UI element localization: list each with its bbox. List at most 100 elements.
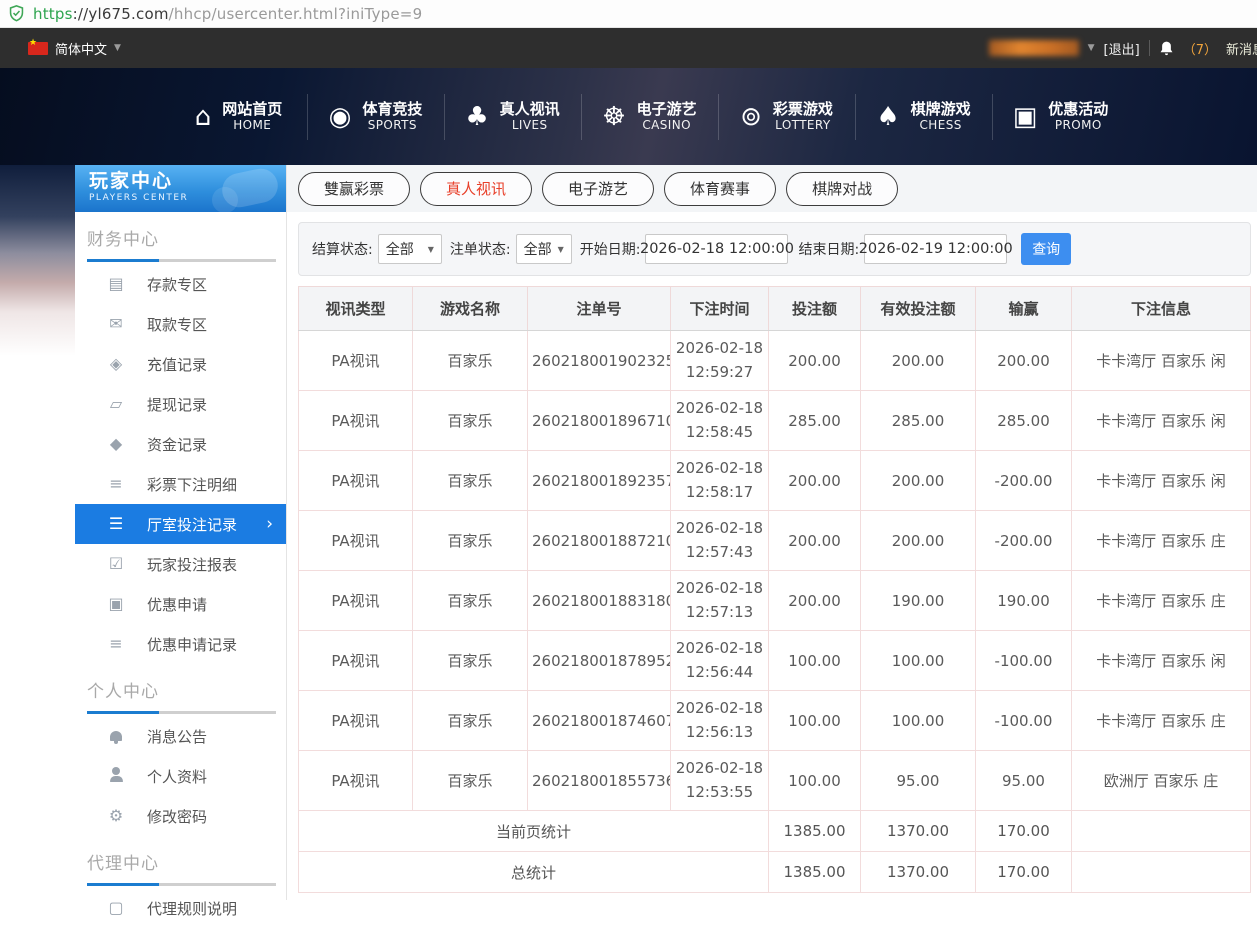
summary-value: 1370.00 xyxy=(861,811,976,852)
column-header: 输赢 xyxy=(976,287,1072,331)
page-url: https://yl675.com/hhcp/usercenter.html?i… xyxy=(33,5,422,23)
notification-bell-icon[interactable] xyxy=(1159,40,1174,57)
table-cell: 200.00 xyxy=(861,451,976,511)
table-cell: 200.00 xyxy=(769,451,861,511)
sidebar-menu-item[interactable]: ≡ 优惠申请记录 xyxy=(75,624,286,664)
table-cell: 卡卡湾厅 百家乐 庄 xyxy=(1072,691,1251,751)
sidebar-section-title: 个人中心 xyxy=(87,677,278,702)
sidebar-section-header: 财务中心 xyxy=(75,212,286,264)
sidebar-menu-item[interactable]: ◆ 资金记录 xyxy=(75,424,286,464)
table-cell: 卡卡湾厅 百家乐 闲 xyxy=(1072,631,1251,691)
tab[interactable]: 棋牌对战 xyxy=(786,172,898,206)
roulette-icon: ☸ xyxy=(602,104,625,130)
column-header: 下注时间 xyxy=(671,287,769,331)
order-status-value: 全部 xyxy=(524,239,552,259)
summary-value: 170.00 xyxy=(976,852,1072,893)
table-cell: 285.00 xyxy=(769,391,861,451)
spade-icon: ♠ xyxy=(876,104,899,130)
start-date-label: 开始日期: xyxy=(580,239,641,259)
table-cell: 95.00 xyxy=(861,751,976,811)
nav-item-lives[interactable]: ♣ 真人视讯 LIVES xyxy=(444,89,581,145)
sidebar-menu-item[interactable]: ✉ 取款专区 xyxy=(75,304,286,344)
table-cell: PA视讯 xyxy=(299,451,413,511)
table-cell: 百家乐 xyxy=(413,751,528,811)
nav-label-en: LOTTERY xyxy=(775,118,830,133)
sidebar-menu-item[interactable]: 消息公告 xyxy=(75,716,286,756)
table-row: PA视讯百家乐2602180018831802026-02-1812:57:13… xyxy=(299,571,1251,631)
nav-item-lottery[interactable]: ⊚ 彩票游戏 LOTTERY xyxy=(718,89,855,145)
bet-records-table: 视讯类型游戏名称注单号下注时间投注额有效投注额输赢下注信息 PA视讯百家乐260… xyxy=(298,286,1251,893)
nav-item-home[interactable]: ⌂ 网站首页 HOME xyxy=(170,89,307,145)
sidebar-menu-item[interactable]: ▣ 优惠申请 xyxy=(75,584,286,624)
sidebar-menu-item[interactable]: 个人资料 xyxy=(75,756,286,796)
sidebar-menu-item[interactable]: ≡ 彩票下注明细 xyxy=(75,464,286,504)
nav-label-zh: 网站首页 xyxy=(222,100,282,119)
tab[interactable]: 雙赢彩票 xyxy=(298,172,410,206)
table-cell: 卡卡湾厅 百家乐 庄 xyxy=(1072,571,1251,631)
sidebar-menu-item[interactable]: ⚙ 修改密码 xyxy=(75,796,286,836)
settle-status-value: 全部 xyxy=(386,239,414,259)
table-cell: 100.00 xyxy=(769,751,861,811)
tab[interactable]: 体育赛事 xyxy=(664,172,776,206)
select-caret-icon: ▼ xyxy=(558,245,564,254)
column-header: 下注信息 xyxy=(1072,287,1251,331)
nav-item-chess[interactable]: ♠ 棋牌游戏 CHESS xyxy=(855,89,992,145)
end-date-input[interactable]: 2026-02-19 12:00:00 xyxy=(864,234,1007,264)
tab-label: 体育赛事 xyxy=(690,178,750,199)
menu-item-label: 玩家投注报表 xyxy=(147,554,237,575)
sidebar-menu-item[interactable]: ☑ 玩家投注报表 xyxy=(75,544,286,584)
language-selector[interactable]: 简体中文 ▼ xyxy=(55,39,121,58)
column-header: 视讯类型 xyxy=(299,287,413,331)
order-status-select[interactable]: 全部 ▼ xyxy=(516,234,572,264)
start-date-input[interactable]: 2026-02-18 12:00:00 xyxy=(645,234,788,264)
summary-row: 当前页统计1385.001370.00170.00 xyxy=(299,811,1251,852)
cell-bet-time: 2026-02-1812:59:27 xyxy=(671,331,769,391)
table-row: PA视讯百家乐2602180018967102026-02-1812:58:45… xyxy=(299,391,1251,451)
tab-label: 棋牌对战 xyxy=(812,178,872,199)
select-caret-icon: ▼ xyxy=(428,245,434,254)
table-cell: 卡卡湾厅 百家乐 闲 xyxy=(1072,331,1251,391)
sidebar-menu-item[interactable]: ▱ 提现记录 xyxy=(75,384,286,424)
chevron-right-icon: › xyxy=(266,514,273,534)
logout-button[interactable]: [退出] xyxy=(1104,39,1140,58)
settle-status-select[interactable]: 全部 ▼ xyxy=(378,234,442,264)
table-cell: -200.00 xyxy=(976,451,1072,511)
sidebar-menu-item[interactable]: ◈ 充值记录 xyxy=(75,344,286,384)
table-cell: -200.00 xyxy=(976,511,1072,571)
tab[interactable]: 真人视讯 xyxy=(420,172,532,206)
table-cell: 260218001874607 xyxy=(528,691,671,751)
cell-bet-time: 2026-02-1812:56:13 xyxy=(671,691,769,751)
sidebar-menu-item[interactable]: ▤ 存款专区 xyxy=(75,264,286,304)
table-cell: 百家乐 xyxy=(413,391,528,451)
table-cell: 100.00 xyxy=(861,691,976,751)
category-tabs: 雙赢彩票 真人视讯 电子游艺 体育赛事 棋牌对战 xyxy=(287,165,1257,212)
sidebar-menu-item[interactable]: ☰ 厅室投注记录 › xyxy=(75,504,286,544)
tab[interactable]: 电子游艺 xyxy=(542,172,654,206)
new-messages-link[interactable]: 新消息 xyxy=(1226,39,1257,58)
summary-value: 1385.00 xyxy=(769,852,861,893)
table-cell: PA视讯 xyxy=(299,511,413,571)
nav-item-casino[interactable]: ☸ 电子游艺 CASINO xyxy=(581,89,718,145)
table-row: PA视讯百家乐2602180019023252026-02-1812:59:27… xyxy=(299,331,1251,391)
playing-cards-icon: ♣ xyxy=(465,104,488,130)
table-cell: PA视讯 xyxy=(299,571,413,631)
main-navigation: ⌂ 网站首页 HOME ◉ 体育竞技 SPORTS ♣ 真人视讯 LIVES ☸… xyxy=(0,68,1257,165)
nav-item-sports[interactable]: ◉ 体育竞技 SPORTS xyxy=(307,89,444,145)
table-cell: 200.00 xyxy=(769,571,861,631)
recharge-records-icon: ◈ xyxy=(105,356,127,372)
message-count-badge[interactable]: （7） xyxy=(1183,39,1217,58)
table-cell: 卡卡湾厅 百家乐 闲 xyxy=(1072,451,1251,511)
cell-bet-time: 2026-02-1812:53:55 xyxy=(671,751,769,811)
nav-item-promo[interactable]: ▣ 优惠活动 PROMO xyxy=(992,89,1129,145)
browser-address-bar[interactable]: https://yl675.com/hhcp/usercenter.html?i… xyxy=(0,0,1257,28)
table-cell: 260218001902325 xyxy=(528,331,671,391)
search-button[interactable]: 查询 xyxy=(1021,233,1071,265)
lottery-bets-icon: ≡ xyxy=(105,476,127,492)
table-cell: 260218001883180 xyxy=(528,571,671,631)
nav-label-zh: 真人视讯 xyxy=(500,100,560,119)
username-redacted[interactable] xyxy=(989,40,1079,56)
account-chevron-down-icon[interactable]: ▼ xyxy=(1088,43,1095,53)
sidebar-menu-item[interactable]: ▢ 代理规则说明 xyxy=(75,888,286,928)
menu-item-label: 提现记录 xyxy=(147,394,207,415)
table-cell: 190.00 xyxy=(861,571,976,631)
